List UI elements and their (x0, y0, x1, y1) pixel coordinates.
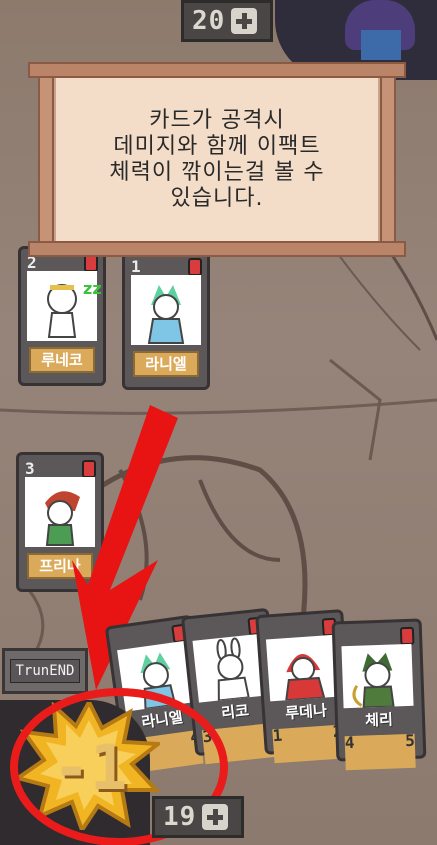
game-board: 20 25 zz 루네코 14 라니엘 (0, 0, 437, 845)
plus-icon[interactable] (202, 804, 229, 830)
card-atk: 1 (272, 725, 283, 746)
card-hp: 5 (404, 730, 416, 751)
heart-gem-icon (399, 626, 415, 646)
turn-end-label: TrunEND (10, 659, 80, 683)
turn-end-button[interactable]: TrunEND (2, 648, 88, 694)
card-art (341, 643, 414, 709)
hand-card-cherry[interactable]: 체리 45 (331, 618, 427, 771)
bottom-counter-value: 19 (163, 802, 197, 832)
bottom-resource-counter: 19 (152, 796, 244, 838)
card-art (265, 634, 341, 702)
card-atk: 4 (344, 732, 355, 753)
